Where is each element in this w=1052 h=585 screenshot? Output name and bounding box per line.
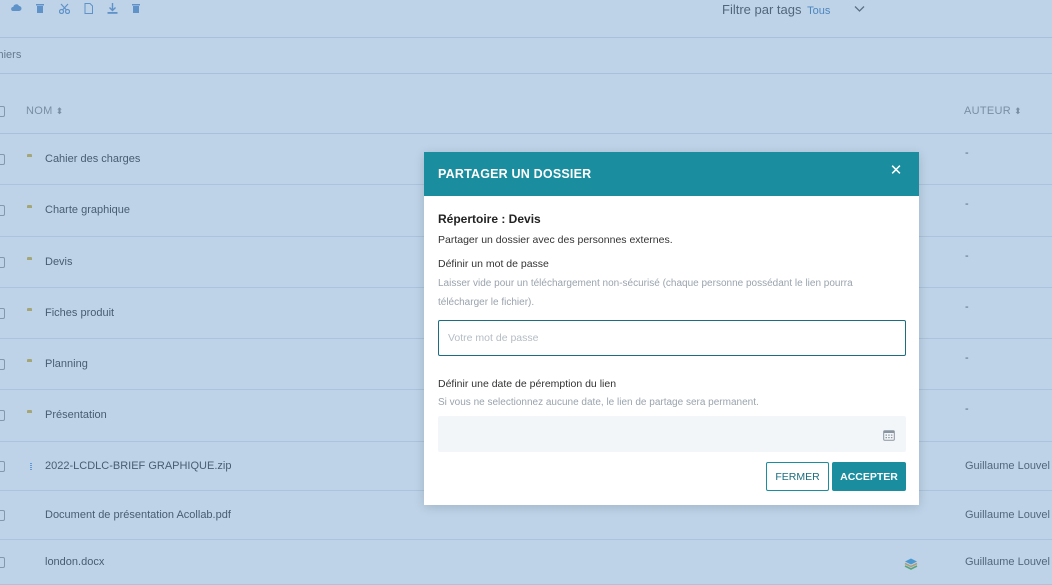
close-button[interactable]: FERMER	[766, 462, 829, 491]
close-icon[interactable]: ✕	[888, 162, 904, 180]
dialog-description: Partager un dossier avec des personnes e…	[438, 234, 673, 246]
password-label: Définir un mot de passe	[438, 258, 549, 270]
calendar-icon[interactable]	[883, 428, 895, 441]
accept-button[interactable]: ACCEPTER	[832, 462, 906, 491]
dialog-subtitle: Répertoire : Devis	[438, 212, 541, 226]
expiry-date-input[interactable]	[438, 416, 906, 452]
share-folder-dialog: PARTAGER UN DOSSIER ✕ Répertoire : Devis…	[424, 152, 919, 505]
password-help: Laisser vide pour un téléchargement non-…	[438, 278, 853, 308]
expiry-date-help: Si vous ne selectionnez aucune date, le …	[438, 397, 759, 408]
dialog-title: PARTAGER UN DOSSIER	[438, 167, 592, 181]
password-input[interactable]	[438, 320, 906, 356]
expiry-date-label: Définir une date de péremption du lien	[438, 378, 617, 390]
dialog-header: PARTAGER UN DOSSIER ✕	[424, 152, 919, 196]
